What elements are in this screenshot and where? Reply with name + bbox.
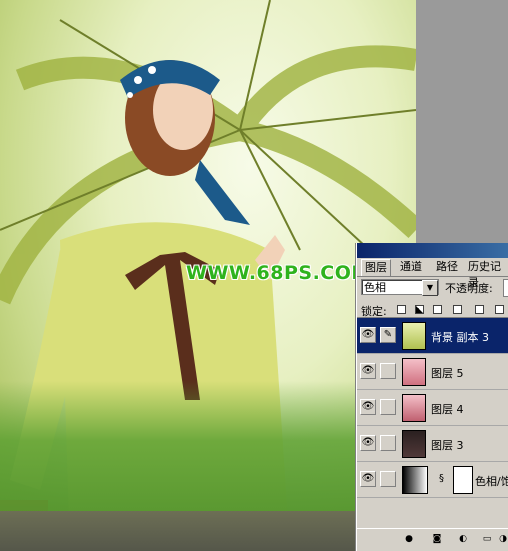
layer-row[interactable]: 👁 § 色相/饱 — [357, 462, 508, 498]
layer-row[interactable]: 👁 图层 4 — [357, 390, 508, 426]
eye-icon[interactable]: 👁 — [360, 435, 376, 451]
lock-position-checkbox[interactable] — [475, 305, 484, 314]
layer-name: 色相/饱 — [475, 475, 508, 488]
watermark-text: WWW.68PS.COM — [186, 262, 371, 284]
adjustment-icon[interactable]: ◐ — [455, 532, 471, 547]
lock-transparency-checkbox[interactable] — [397, 305, 406, 314]
link-toggle[interactable] — [380, 363, 396, 379]
folder-icon[interactable]: ▭ — [479, 532, 495, 547]
layer-name: 图层 5 — [431, 367, 464, 380]
layer-name: 图层 4 — [431, 403, 464, 416]
layer-row[interactable]: 👁 图层 3 — [357, 426, 508, 462]
lock-brush-checkbox[interactable] — [433, 305, 442, 314]
lock-pixels-checkbox[interactable] — [415, 305, 424, 314]
layer-thumbnail — [402, 358, 426, 386]
panel-toolbar: ● ◙ ◐ ▭ ◑ — [357, 528, 508, 551]
image-canvas: WWW.68PS.COM — [0, 0, 416, 551]
blend-mode-select[interactable]: 色相 ▼ — [361, 279, 439, 296]
layer-name: 图层 3 — [431, 439, 464, 452]
workspace-background — [416, 0, 508, 245]
panel-titlebar[interactable] — [357, 243, 508, 258]
layers-panel: 图层 通道 路径 历史记录 色相 ▼ 不透明度: 锁定: 👁 ✎ 背景 副本 3… — [356, 243, 508, 551]
layer-thumbnail — [402, 394, 426, 422]
blend-mode-value: 色相 — [364, 281, 386, 294]
brush-icon[interactable]: ✎ — [380, 327, 396, 343]
new-layer-icon[interactable]: ◑ — [495, 532, 508, 547]
layers-list: 👁 ✎ 背景 副本 3 👁 图层 5 👁 图层 4 👁 图层 3 👁 § 色相/… — [357, 317, 508, 522]
layer-thumbnail — [402, 322, 426, 350]
chain-link-icon: § — [439, 473, 444, 484]
fx-icon[interactable]: ● — [401, 532, 417, 547]
lock-all-checkbox[interactable] — [495, 305, 504, 314]
eye-icon[interactable]: 👁 — [360, 327, 376, 343]
tab-history[interactable]: 历史记录 — [465, 259, 508, 289]
opacity-label: 不透明度: — [445, 282, 493, 295]
layer-row[interactable]: 👁 ✎ 背景 副本 3 — [357, 318, 508, 354]
chevron-down-icon[interactable]: ▼ — [422, 280, 438, 296]
tab-channels[interactable]: 通道 — [397, 259, 425, 275]
eye-icon[interactable]: 👁 — [360, 471, 376, 487]
eye-icon[interactable]: 👁 — [360, 363, 376, 379]
link-toggle[interactable] — [380, 471, 396, 487]
link-toggle[interactable] — [380, 399, 396, 415]
eye-icon[interactable]: 👁 — [360, 399, 376, 415]
mask-icon[interactable]: ◙ — [429, 532, 445, 547]
adjustment-thumbnail — [402, 466, 428, 494]
opacity-input[interactable] — [503, 279, 508, 297]
layer-thumbnail — [402, 430, 426, 458]
tab-paths[interactable]: 路径 — [433, 259, 461, 275]
layer-row[interactable]: 👁 图层 5 — [357, 354, 508, 390]
layer-name: 背景 副本 3 — [431, 331, 489, 344]
tab-layers[interactable]: 图层 — [361, 259, 391, 276]
lock-move-checkbox[interactable] — [453, 305, 462, 314]
link-toggle[interactable] — [380, 435, 396, 451]
mask-thumbnail — [453, 466, 473, 494]
panel-tabs: 图层 通道 路径 历史记录 — [357, 258, 508, 289]
